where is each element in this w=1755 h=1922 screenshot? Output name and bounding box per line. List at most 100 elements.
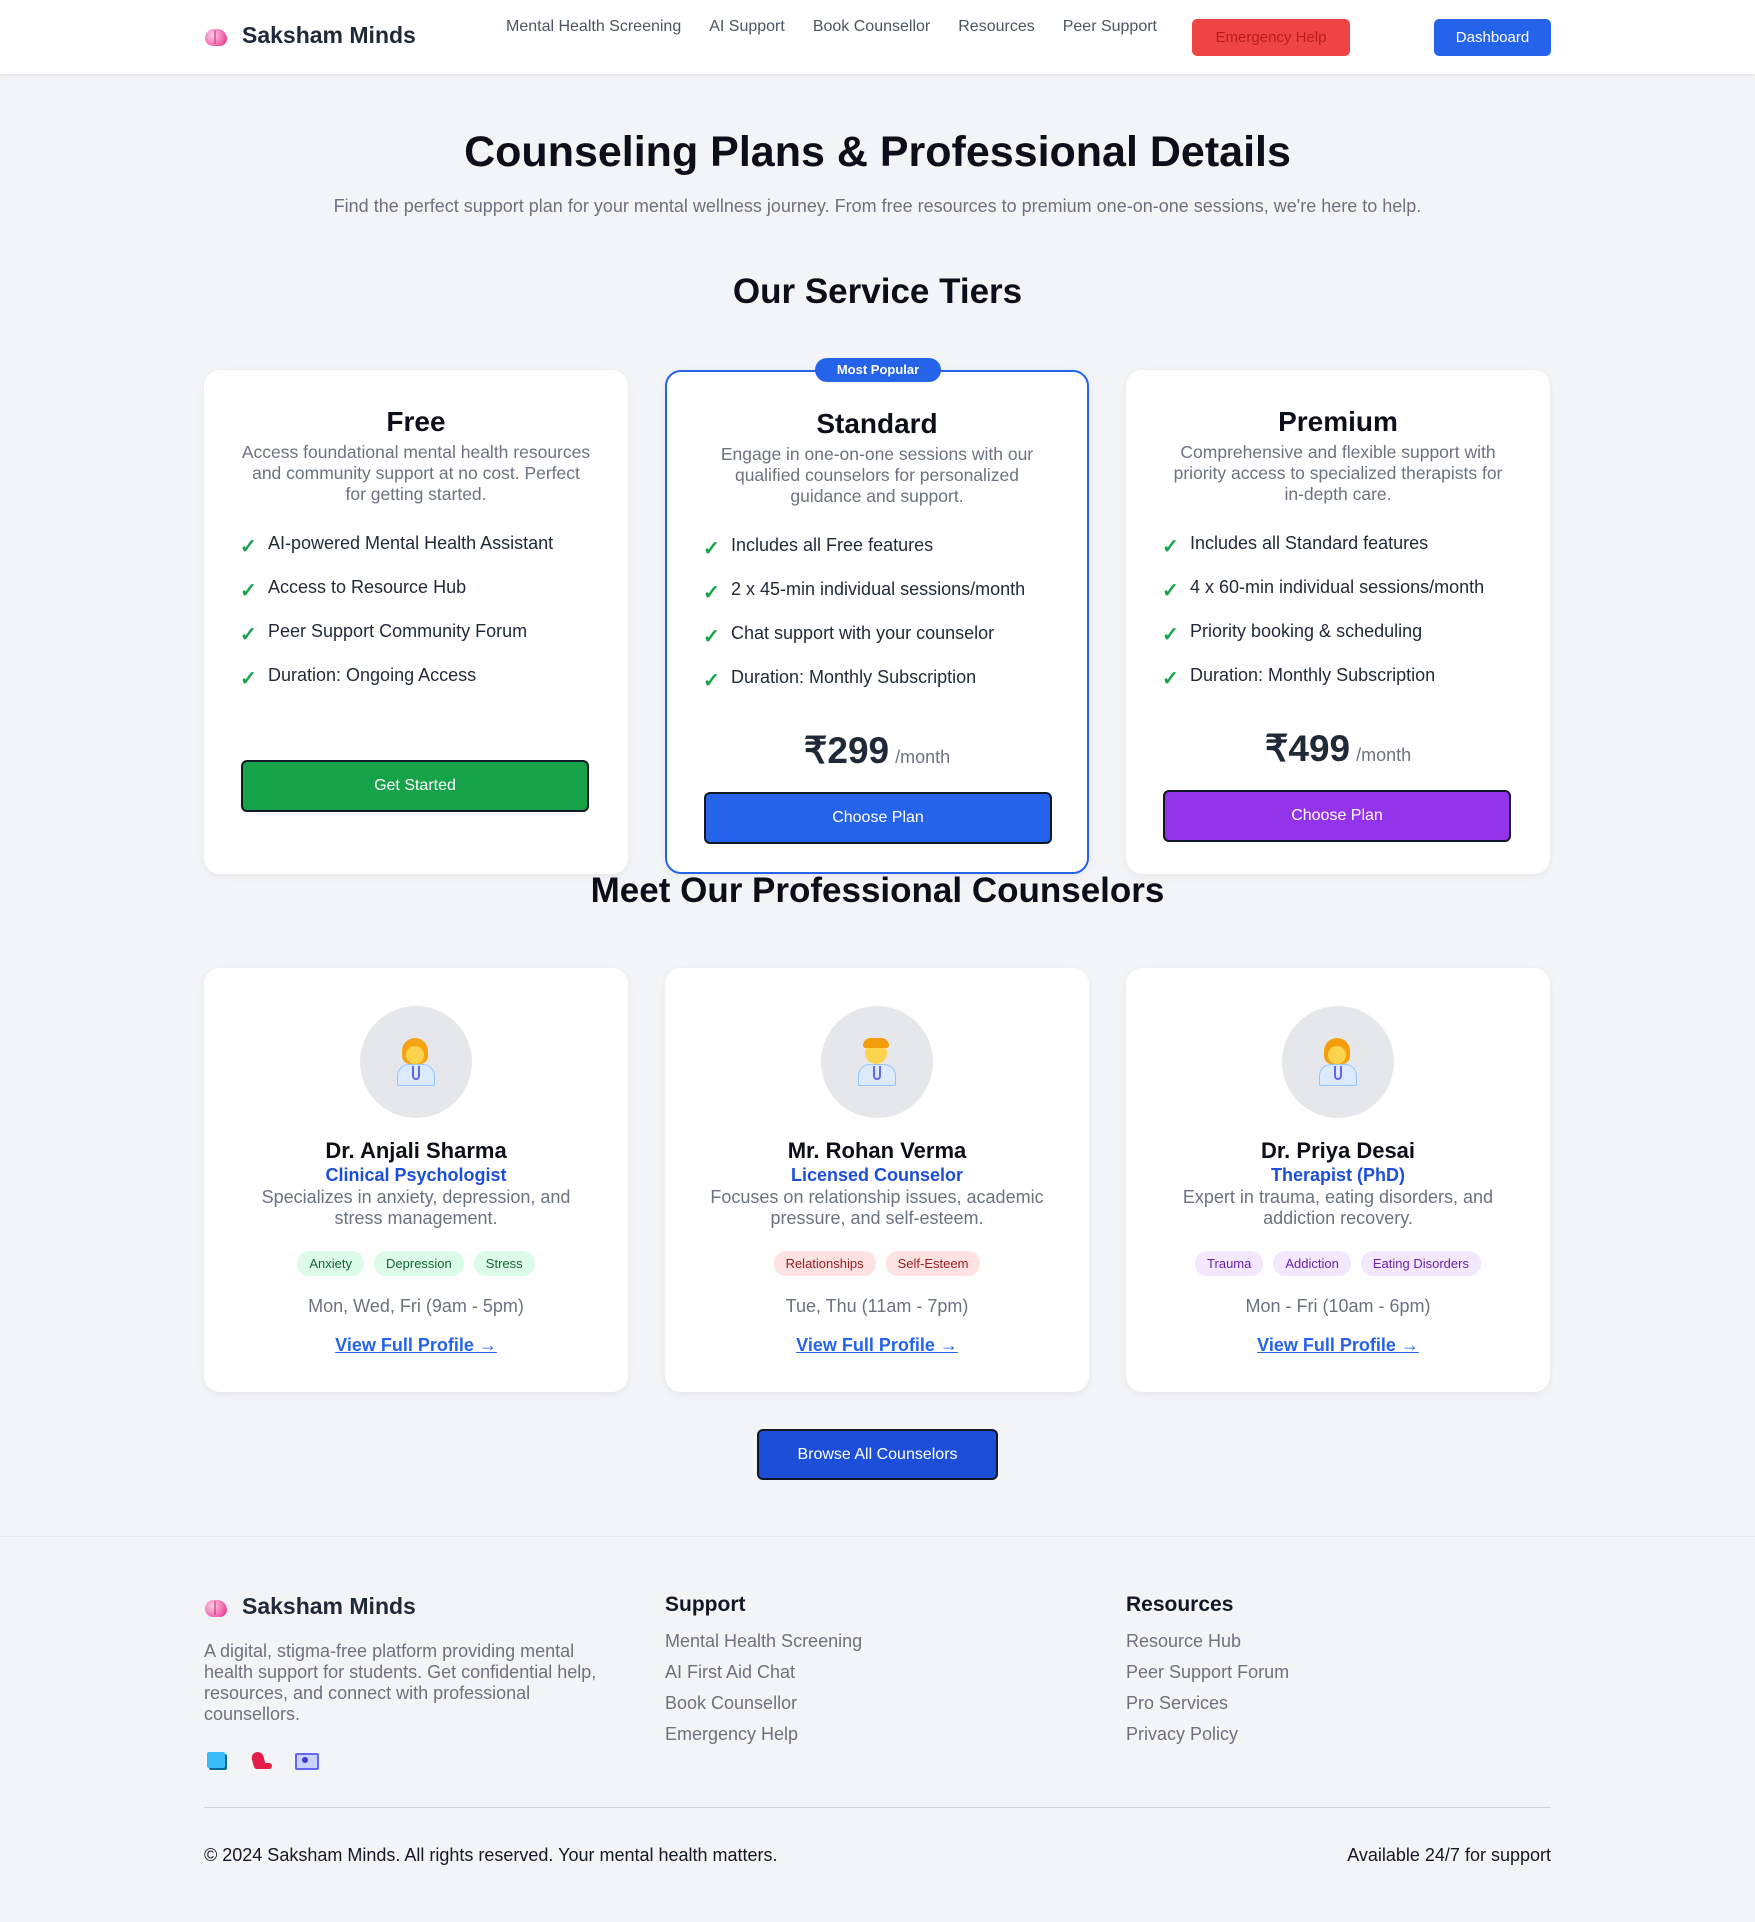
feature-item: ✓ Chat support with your counselor bbox=[703, 623, 1087, 667]
counselor-name: Dr. Anjali Sharma bbox=[325, 1138, 507, 1163]
counselor-name: Dr. Priya Desai bbox=[1260, 1138, 1416, 1163]
plan-description: Access foundational mental health resour… bbox=[241, 442, 591, 504]
plan-name: Free bbox=[386, 406, 446, 437]
nav-link-peer-support[interactable]: Peer Support bbox=[1063, 18, 1157, 36]
counselor-card: Dr. Anjali Sharma Clinical Psychologist … bbox=[204, 968, 628, 1392]
availability-text: Available 24/7 for support bbox=[1347, 1845, 1551, 1865]
counselor-description: Expert in trauma, eating disorders, and … bbox=[1182, 1187, 1494, 1228]
feature-text: Access to Resource Hub bbox=[268, 577, 467, 597]
footer-link-ai-chat[interactable]: AI First Aid Chat bbox=[665, 1662, 862, 1693]
footer-link-book-counsellor[interactable]: Book Counsellor bbox=[665, 1693, 862, 1724]
choose-standard-plan-button[interactable]: Choose Plan bbox=[704, 792, 1052, 844]
dashboard-button[interactable]: Dashboard bbox=[1434, 19, 1551, 56]
brain-icon bbox=[204, 25, 230, 47]
nav-link-resources[interactable]: Resources bbox=[958, 18, 1034, 36]
plan-name: Premium bbox=[1278, 406, 1398, 437]
check-icon: ✓ bbox=[240, 668, 257, 690]
copyright-text: © 2024 Saksham Minds. All rights reserve… bbox=[204, 1845, 778, 1865]
brand-logo[interactable]: Saksham Minds bbox=[204, 22, 416, 49]
page-subtitle: Find the perfect support plan for your m… bbox=[333, 196, 1422, 216]
check-icon: ✓ bbox=[703, 582, 720, 604]
social-icons bbox=[204, 1749, 319, 1771]
choose-premium-plan-button[interactable]: Choose Plan bbox=[1163, 790, 1511, 842]
plan-card-premium: Premium Comprehensive and flexible suppo… bbox=[1126, 370, 1550, 874]
feature-item: ✓ Priority booking & scheduling bbox=[1162, 621, 1550, 665]
check-icon: ✓ bbox=[1162, 536, 1179, 558]
brain-icon bbox=[204, 1596, 230, 1618]
feature-item: ✓ Includes all Standard features bbox=[1162, 533, 1550, 577]
price-amount: ₹299 bbox=[803, 730, 890, 771]
plan-features: ✓ Includes all Standard features ✓ 4 x 60-… bbox=[1162, 533, 1550, 709]
footer-link-resource-hub[interactable]: Resource Hub bbox=[1126, 1631, 1289, 1662]
specialty-tag: Depression bbox=[374, 1251, 464, 1276]
view-profile-link[interactable]: View Full Profile → bbox=[796, 1335, 958, 1356]
nav-link-book-counsellor[interactable]: Book Counsellor bbox=[813, 18, 930, 36]
specialty-tags: Anxiety Depression Stress bbox=[204, 1251, 628, 1276]
specialty-tag: Trauma bbox=[1195, 1251, 1264, 1276]
check-icon: ✓ bbox=[703, 626, 720, 648]
plan-description: Engage in one-on-one sessions with our q… bbox=[720, 444, 1034, 506]
footer-brand: Saksham Minds bbox=[204, 1593, 416, 1620]
emergency-help-button[interactable]: Emergency Help bbox=[1192, 19, 1350, 56]
check-icon: ✓ bbox=[703, 538, 720, 560]
footer-link-emergency[interactable]: Emergency Help bbox=[665, 1724, 862, 1755]
flexed-arm-icon[interactable] bbox=[248, 1749, 274, 1771]
nav-link-ai-support[interactable]: AI Support bbox=[709, 18, 785, 36]
price-amount: ₹499 bbox=[1264, 728, 1351, 769]
footer-link-pro-services[interactable]: Pro Services bbox=[1126, 1693, 1289, 1724]
feature-item: ✓ Access to Resource Hub bbox=[240, 577, 628, 621]
feature-text: Includes all Free features bbox=[731, 535, 934, 555]
most-popular-badge: Most Popular bbox=[815, 358, 941, 382]
footer-support-heading: Support bbox=[665, 1593, 746, 1616]
footer-link-peer-forum[interactable]: Peer Support Forum bbox=[1126, 1662, 1289, 1693]
feature-text: AI-powered Mental Health Assistant bbox=[268, 533, 554, 553]
specialty-tag: Eating Disorders bbox=[1360, 1251, 1481, 1276]
footer-link-privacy[interactable]: Privacy Policy bbox=[1126, 1724, 1289, 1755]
plan-name: Standard bbox=[816, 408, 938, 439]
feature-item: ✓ Includes all Free features bbox=[703, 535, 1087, 579]
plan-price: ₹299 /month bbox=[667, 729, 1087, 772]
browse-all-counselors-button[interactable]: Browse All Counselors bbox=[757, 1429, 998, 1480]
feature-text: Duration: Monthly Subscription bbox=[731, 667, 977, 687]
top-navbar: Saksham Minds Mental Health Screening AI… bbox=[0, 0, 1755, 74]
feature-text: Priority booking & scheduling bbox=[1190, 621, 1423, 641]
view-profile-link[interactable]: View Full Profile → bbox=[335, 1335, 497, 1356]
get-started-button[interactable]: Get Started bbox=[241, 760, 589, 812]
check-icon: ✓ bbox=[1162, 624, 1179, 646]
availability-hours: Mon, Wed, Fri (9am - 5pm) bbox=[308, 1296, 524, 1316]
footer-link-screening[interactable]: Mental Health Screening bbox=[665, 1631, 862, 1662]
feature-text: Peer Support Community Forum bbox=[268, 621, 528, 641]
price-period: /month bbox=[895, 747, 951, 767]
nav-links: Mental Health Screening AI Support Book … bbox=[506, 18, 1157, 36]
feature-text: Duration: Monthly Subscription bbox=[1190, 665, 1436, 685]
brand-name: Saksham Minds bbox=[242, 22, 416, 48]
female-health-worker-icon bbox=[360, 1006, 472, 1118]
counselor-description: Focuses on relationship issues, academic… bbox=[710, 1187, 1044, 1228]
laptop-icon[interactable] bbox=[292, 1749, 319, 1771]
book-icon[interactable] bbox=[204, 1749, 230, 1771]
check-icon: ✓ bbox=[1162, 580, 1179, 602]
nav-link-screening[interactable]: Mental Health Screening bbox=[506, 18, 681, 36]
footer: Saksham Minds A digital, stigma-free pla… bbox=[0, 1536, 1755, 1922]
feature-item: ✓ Peer Support Community Forum bbox=[240, 621, 628, 665]
counselor-description: Specializes in anxiety, depression, and … bbox=[261, 1187, 571, 1228]
service-tiers-heading: Our Service Tiers bbox=[732, 272, 1023, 311]
view-profile-link[interactable]: View Full Profile → bbox=[1257, 1335, 1419, 1356]
counselor-card: Mr. Rohan Verma Licensed Counselor Focus… bbox=[665, 968, 1089, 1392]
specialty-tag: Relationships bbox=[773, 1251, 876, 1276]
specialty-tag: Self-Esteem bbox=[885, 1251, 981, 1276]
feature-item: ✓ 2 x 45-min individual sessions/month bbox=[703, 579, 1087, 623]
feature-item: ✓ AI-powered Mental Health Assistant bbox=[240, 533, 628, 577]
footer-brand-name: Saksham Minds bbox=[242, 1593, 416, 1619]
counselor-card: Dr. Priya Desai Therapist (PhD) Expert i… bbox=[1126, 968, 1550, 1392]
counselor-name: Mr. Rohan Verma bbox=[787, 1138, 967, 1163]
feature-item: ✓ Duration: Monthly Subscription bbox=[703, 667, 1087, 711]
plan-card-free: Free Access foundational mental health r… bbox=[204, 370, 628, 874]
counselor-title: Clinical Psychologist bbox=[325, 1165, 507, 1185]
availability-hours: Mon - Fri (10am - 6pm) bbox=[1245, 1296, 1431, 1316]
page-title: Counseling Plans & Professional Details bbox=[464, 128, 1291, 176]
check-icon: ✓ bbox=[240, 580, 257, 602]
check-icon: ✓ bbox=[703, 670, 720, 692]
footer-support-column: Support Mental Health Screening AI First… bbox=[665, 1593, 862, 1755]
price-period: /month bbox=[1356, 745, 1412, 765]
